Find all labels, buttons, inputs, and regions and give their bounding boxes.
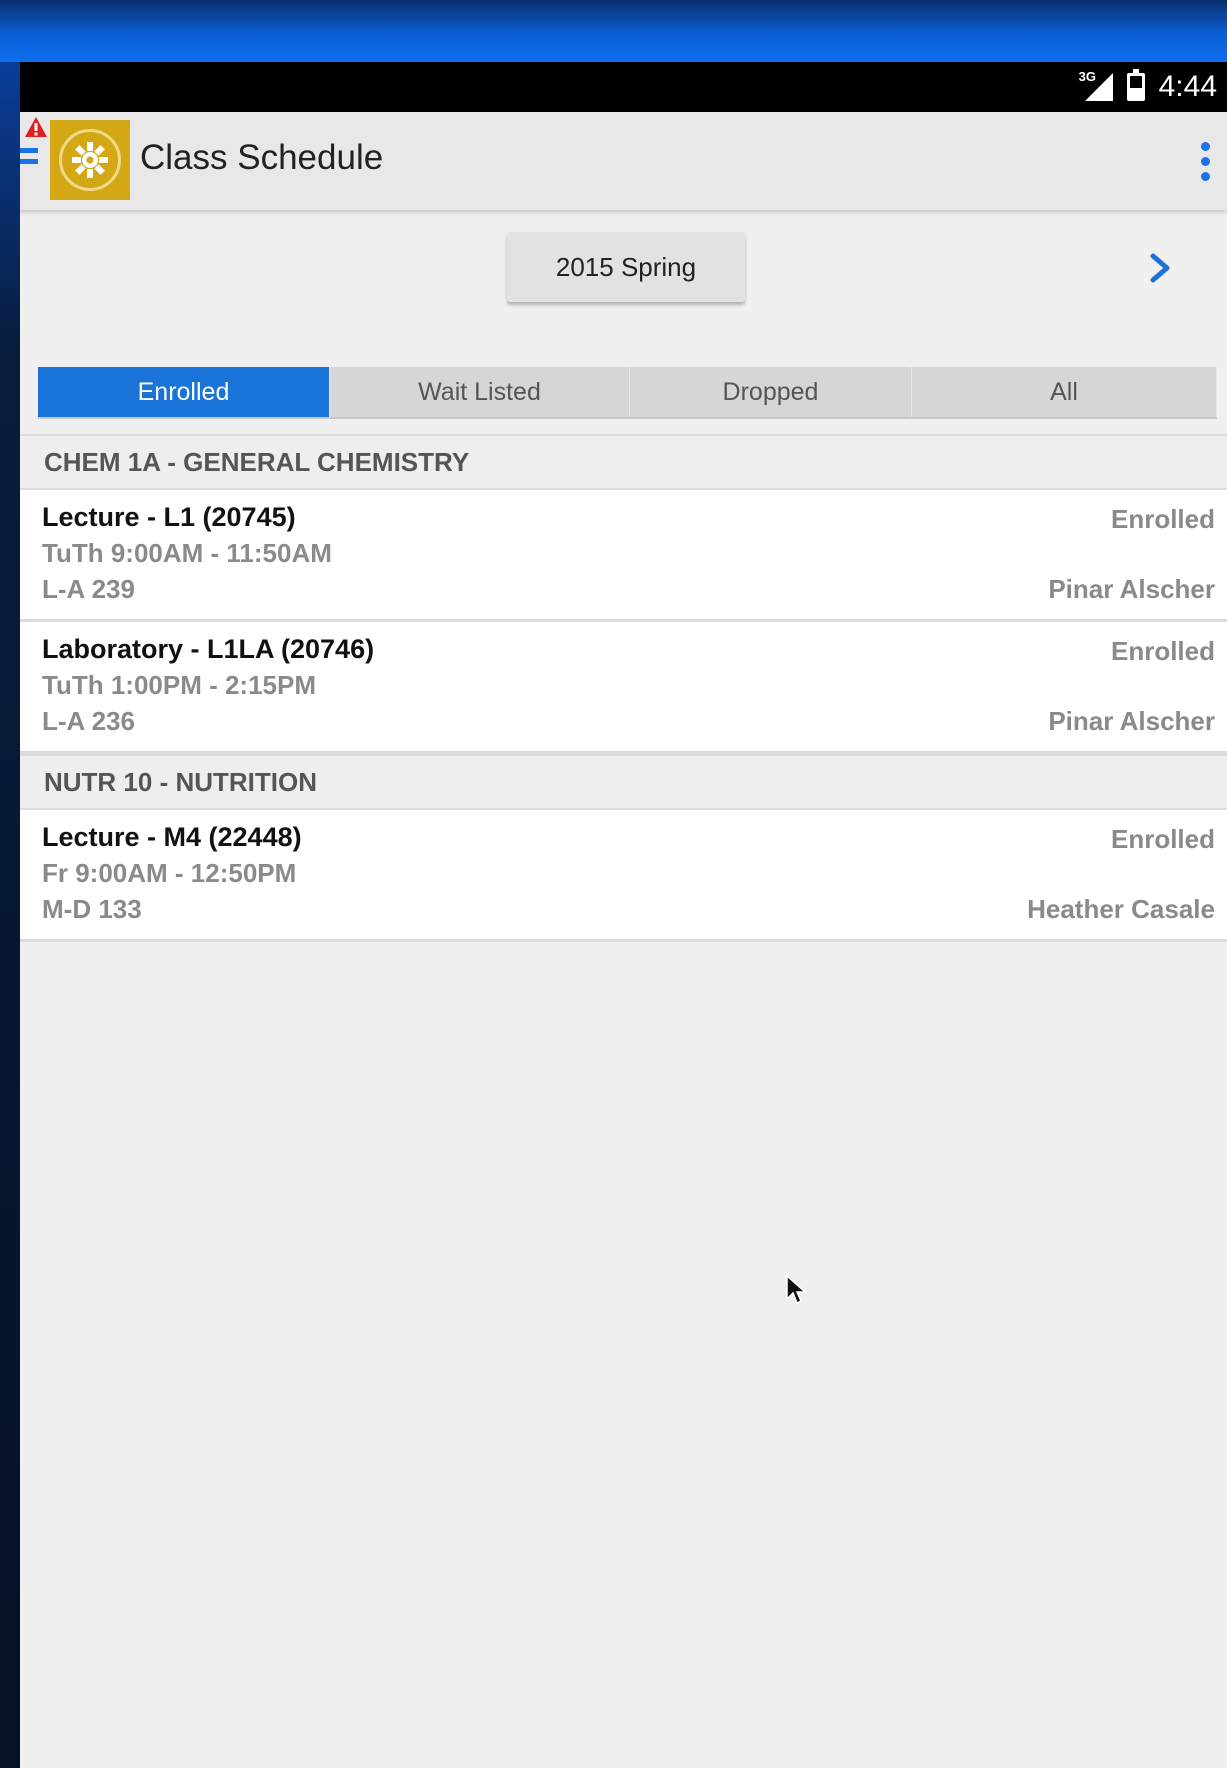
- section-room: L-A 239: [42, 574, 135, 604]
- section-status: Enrolled: [1110, 636, 1215, 666]
- app-logo: [50, 120, 130, 200]
- signal-icon: 3G: [1079, 69, 1113, 101]
- course-header: NUTR 10 - NUTRITION: [20, 754, 1227, 810]
- app-bar: Class Schedule: [20, 112, 1227, 210]
- section-room: M-D 133: [42, 894, 142, 924]
- section-time: Fr 9:00AM - 12:50PM: [42, 858, 297, 888]
- section-instructor: Pinar Alscher: [1048, 706, 1215, 736]
- list-item[interactable]: Lecture - M4 (22448) Fr 9:00AM - 12:50PM…: [20, 810, 1227, 942]
- tab-all[interactable]: All: [912, 367, 1217, 417]
- status-tabs: Enrolled Wait Listed Dropped All: [38, 367, 1217, 419]
- tab-dropped[interactable]: Dropped: [630, 367, 912, 417]
- page-title: Class Schedule: [140, 138, 384, 177]
- mouse-cursor-icon: [786, 1275, 806, 1305]
- status-bar: 3G 4:44: [20, 62, 1227, 112]
- menu-icon[interactable]: [20, 148, 40, 170]
- clock: 4:44: [1158, 70, 1217, 103]
- section-title: Laboratory - L1LA (20746): [42, 634, 375, 664]
- tab-wait-listed[interactable]: Wait Listed: [330, 367, 630, 417]
- section-time: TuTh 9:00AM - 11:50AM: [42, 538, 332, 568]
- section-title: Lecture - L1 (20745): [42, 502, 296, 532]
- window-top-bar: [0, 0, 1227, 62]
- list-item[interactable]: Laboratory - L1LA (20746) TuTh 1:00PM - …: [20, 622, 1227, 754]
- schedule-list: CHEM 1A - GENERAL CHEMISTRY Lecture - L1…: [20, 434, 1227, 942]
- section-status: Enrolled: [1110, 824, 1215, 854]
- chevron-right-icon[interactable]: [1145, 248, 1175, 288]
- tab-enrolled[interactable]: Enrolled: [38, 367, 330, 417]
- term-button[interactable]: 2015 Spring: [507, 232, 745, 302]
- battery-icon: [1126, 69, 1145, 101]
- term-selector-row: 2015 Spring: [20, 210, 1227, 325]
- course-header: CHEM 1A - GENERAL CHEMISTRY: [20, 434, 1227, 490]
- alert-icon: [25, 117, 47, 137]
- list-item[interactable]: Lecture - L1 (20745) TuTh 9:00AM - 11:50…: [20, 490, 1227, 622]
- section-title: Lecture - M4 (22448): [42, 822, 302, 852]
- section-status: Enrolled: [1110, 504, 1215, 534]
- network-type: 3G: [1078, 69, 1096, 84]
- section-time: TuTh 1:00PM - 2:15PM: [42, 670, 317, 700]
- device-screen: 3G 4:44 Class Schedule 2015 Spring Enrol…: [20, 62, 1227, 1768]
- section-instructor: Pinar Alscher: [1048, 574, 1215, 604]
- overflow-menu-icon[interactable]: [1201, 142, 1211, 187]
- section-room: L-A 236: [42, 706, 135, 736]
- section-instructor: Heather Casale: [1027, 894, 1215, 924]
